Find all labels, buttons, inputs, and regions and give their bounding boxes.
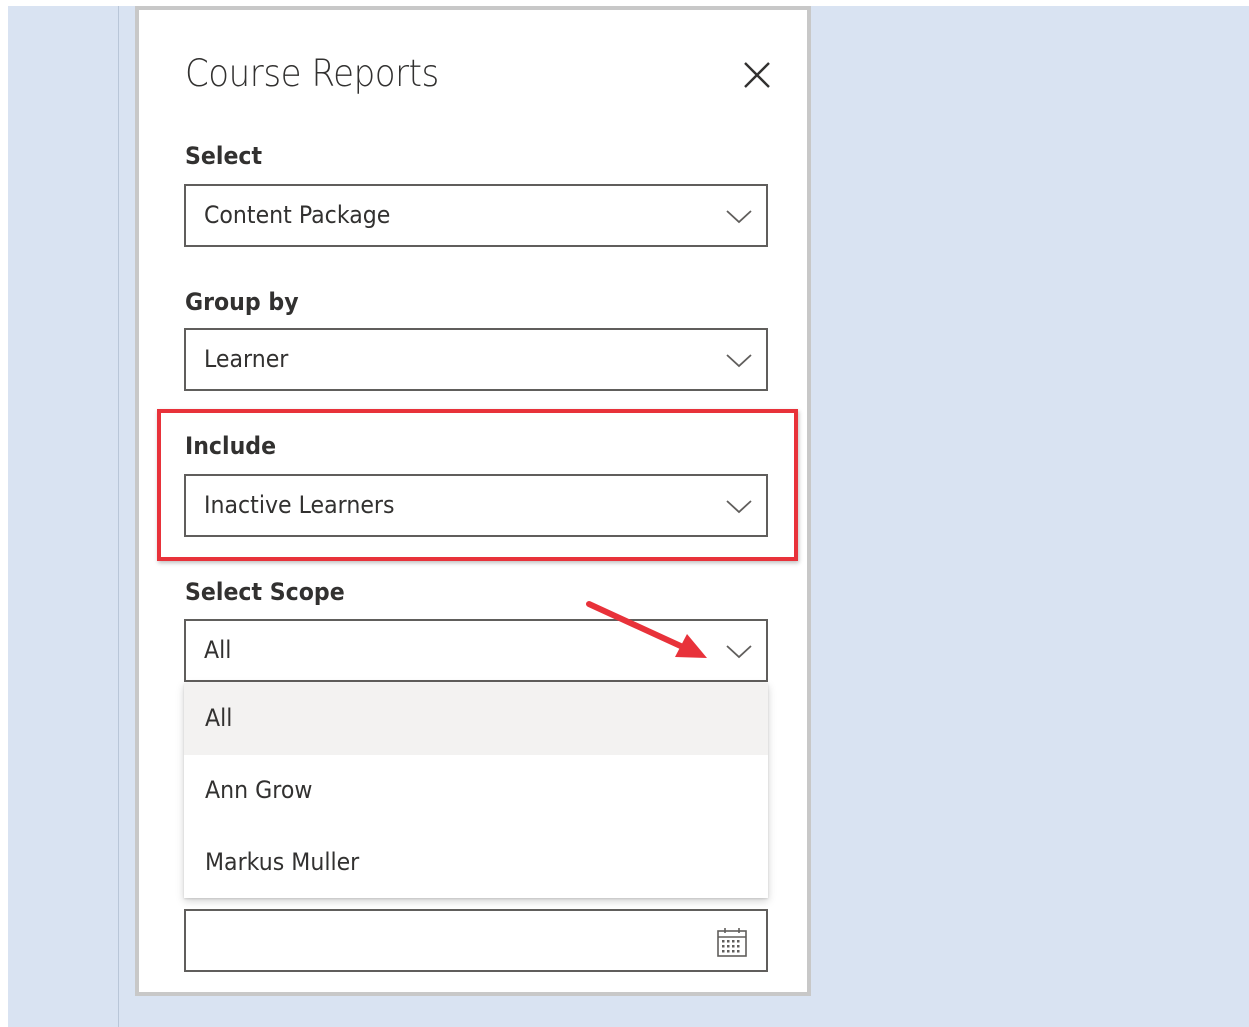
select-label: Select xyxy=(185,142,263,170)
chevron-down-icon xyxy=(726,645,752,659)
select-scope-label: Select Scope xyxy=(185,578,345,606)
scope-options-list: All Ann Grow Markus Muller xyxy=(184,683,768,898)
annotation-arrow xyxy=(586,601,707,658)
select-dropdown[interactable]: Content Package xyxy=(184,184,768,247)
chevron-down-icon xyxy=(726,210,752,224)
option-label: Ann Grow xyxy=(205,776,313,804)
close-icon[interactable] xyxy=(740,58,774,92)
group-by-label: Group by xyxy=(185,288,299,316)
group-by-value: Learner xyxy=(204,345,289,373)
option-label: Markus Muller xyxy=(205,848,360,876)
group-by-dropdown[interactable]: Learner xyxy=(184,328,768,391)
option-label: All xyxy=(205,704,233,732)
select-value: Content Package xyxy=(204,201,391,229)
calendar-icon[interactable] xyxy=(716,926,748,958)
scope-option-all[interactable]: All xyxy=(184,683,768,755)
chevron-down-icon xyxy=(726,354,752,368)
select-scope-value: All xyxy=(204,636,232,664)
scope-option-markus-muller[interactable]: Markus Muller xyxy=(184,827,768,899)
panel-title: Course Reports xyxy=(185,52,439,95)
date-input[interactable] xyxy=(184,909,768,972)
scope-option-ann-grow[interactable]: Ann Grow xyxy=(184,755,768,827)
include-highlight-box xyxy=(157,409,798,561)
left-divider xyxy=(118,6,119,1027)
